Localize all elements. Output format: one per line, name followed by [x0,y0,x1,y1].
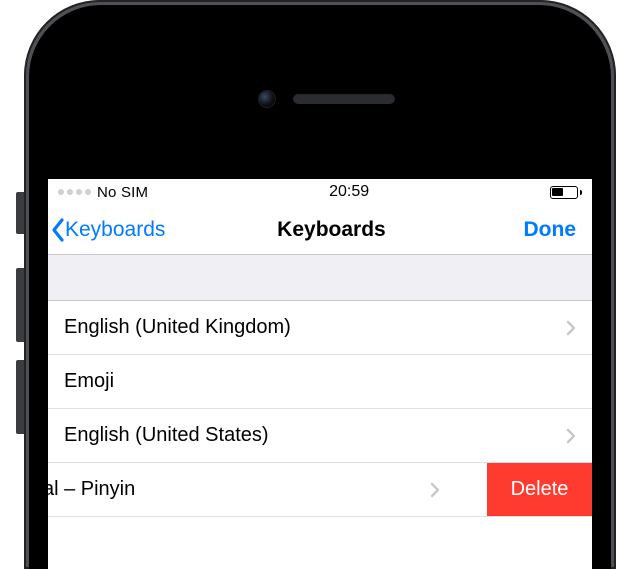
screen: No SIM 20:59 Keyboards Keyboards Done [48,179,592,569]
keyboard-row[interactable]: English (United Kingdom) [48,301,592,355]
chevron-left-icon [50,217,66,243]
carrier-label: No SIM [97,184,148,201]
clock-label: 20:59 [329,183,369,201]
keyboard-label: e, Traditional – Pinyin [48,478,430,501]
chevron-right-icon [430,482,440,498]
done-button[interactable]: Done [524,218,585,242]
keyboard-row[interactable]: Emoji [48,355,592,409]
section-spacer [48,255,592,301]
keyboard-row-swiped[interactable]: e, Traditional – Pinyin Delete [48,463,592,517]
front-camera [259,91,275,107]
chevron-right-icon [566,428,576,444]
signal-dots-icon [58,189,91,195]
keyboard-row[interactable]: English (United States) [48,409,592,463]
chevron-right-icon [566,320,576,336]
delete-button[interactable]: Delete [487,463,592,516]
status-bar: No SIM 20:59 [48,179,592,205]
navigation-bar: Keyboards Keyboards Done [48,205,592,255]
keyboard-label: English (United States) [64,424,566,447]
earpiece-speaker [293,93,395,104]
keyboard-label: English (United Kingdom) [64,316,566,339]
phone-frame: No SIM 20:59 Keyboards Keyboards Done [24,0,616,569]
phone-bezel: No SIM 20:59 Keyboards Keyboards Done [29,5,611,569]
keyboard-label: Emoji [64,370,576,393]
battery-icon [550,186,582,199]
page-title: Keyboards [139,218,523,242]
